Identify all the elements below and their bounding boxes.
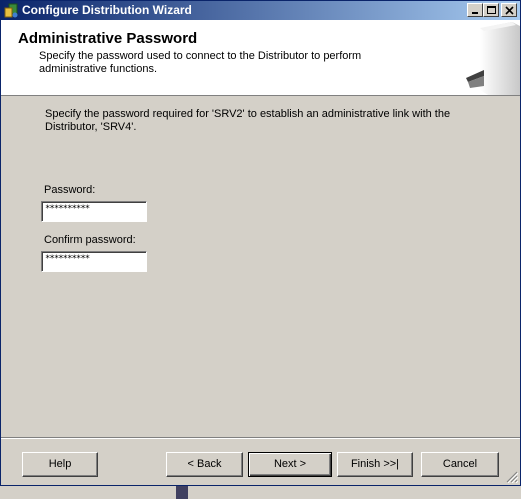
close-icon	[505, 6, 514, 15]
wizard-window: Configure Distribution Wizard Administra…	[0, 0, 521, 486]
page-title: Administrative Password	[18, 30, 198, 47]
wizard-app-icon	[4, 3, 19, 18]
back-button[interactable]: < Back	[166, 452, 243, 477]
resize-grip-icon[interactable]	[506, 471, 518, 483]
page-subtitle: Specify the password used to connect to …	[39, 50, 362, 75]
minimize-icon	[472, 12, 478, 14]
server-wizard-graphic	[450, 20, 520, 95]
close-button[interactable]	[501, 3, 517, 17]
cancel-button[interactable]: Cancel	[421, 452, 499, 477]
confirm-password-field[interactable]: **********	[41, 251, 147, 272]
confirm-password-label: Confirm password:	[44, 234, 136, 246]
next-button[interactable]: Next >	[248, 452, 332, 477]
description-text: Specify the password required for 'SRV2'…	[45, 108, 451, 133]
maximize-button[interactable]	[483, 3, 499, 17]
background-fragment	[176, 486, 188, 499]
help-button[interactable]: Help	[22, 452, 98, 477]
maximize-icon	[487, 6, 496, 14]
password-label: Password:	[44, 184, 96, 196]
footer-divider	[1, 437, 520, 439]
finish-button[interactable]: Finish >>|	[337, 452, 413, 477]
minimize-button[interactable]	[467, 3, 483, 17]
wizard-header: Administrative Password Specify the pass…	[1, 20, 520, 96]
wizard-content: Specify the password required for 'SRV2'…	[1, 96, 520, 436]
title-bar[interactable]: Configure Distribution Wizard	[1, 1, 520, 20]
window-title: Configure Distribution Wizard	[22, 3, 192, 17]
password-field[interactable]: **********	[41, 201, 147, 222]
